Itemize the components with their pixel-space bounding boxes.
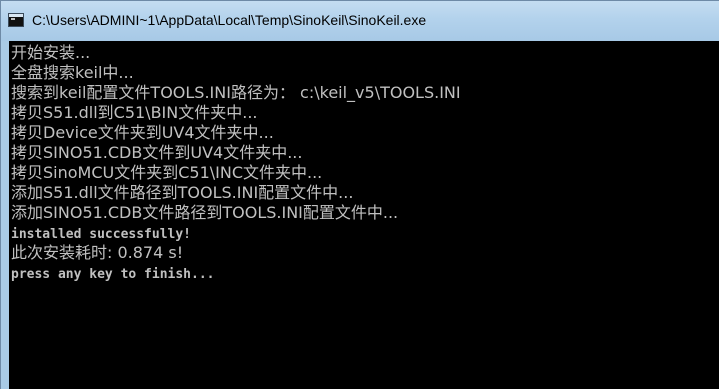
icon-prompt-mark (11, 18, 15, 20)
console-line: press any key to finish... (11, 267, 215, 282)
console-line: 此次安装耗时: 0.874 s! (11, 243, 184, 262)
console-line: 拷贝SINO51.CDB文件到UV4文件夹中... (11, 143, 303, 162)
console-line: 添加SINO51.CDB文件路径到TOOLS.INI配置文件中... (11, 203, 399, 222)
console-output[interactable]: 开始安装... 全盘搜索keil中... 搜索到keil配置文件TOOLS.IN… (9, 41, 719, 389)
console-line: 全盘搜索keil中... (11, 63, 134, 82)
console-line: 拷贝Device文件夹到UV4文件夹中... (11, 123, 274, 142)
window-title: C:\Users\ADMINI~1\AppData\Local\Temp\Sin… (32, 12, 427, 28)
console-line: 搜索到keil配置文件TOOLS.INI路径为： c:\keil_v5\TOOL… (11, 83, 461, 102)
console-line: 拷贝SinoMCU文件夹到C51\INC文件夹中... (11, 163, 323, 182)
console-line: installed successfully! (11, 227, 192, 242)
console-window: C:\Users\ADMINI~1\AppData\Local\Temp\Sin… (0, 0, 719, 389)
title-bar[interactable]: C:\Users\ADMINI~1\AppData\Local\Temp\Sin… (1, 1, 719, 41)
console-app-icon[interactable] (8, 13, 24, 27)
console-line: 添加S51.dll文件路径到TOOLS.INI配置文件中... (11, 183, 354, 202)
console-line: 开始安装... (11, 43, 91, 62)
console-line: 拷贝S51.dll到C51\BIN文件夹中... (11, 103, 258, 122)
icon-titlebar-strip (9, 14, 23, 17)
